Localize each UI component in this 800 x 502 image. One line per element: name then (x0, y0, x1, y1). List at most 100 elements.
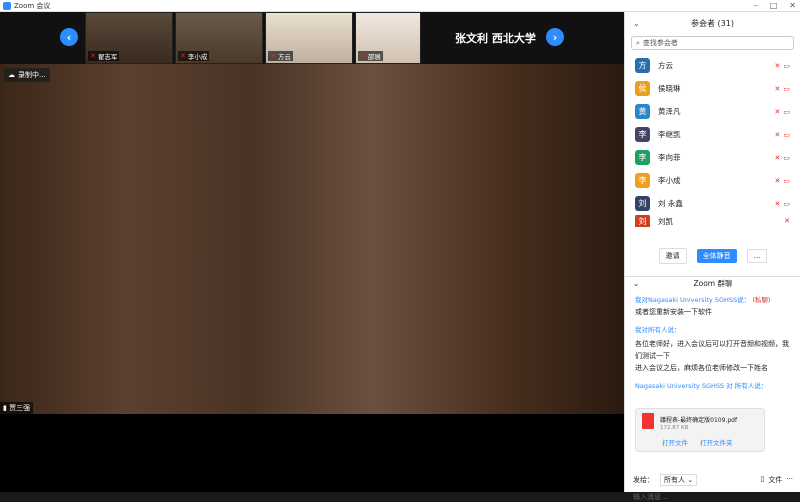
message-sender: Nagasaki University SGHSS 对 所有人说： (635, 382, 768, 390)
cloud-record-icon: ☁ (8, 71, 15, 79)
mic-muted-icon: ✕ (774, 107, 781, 116)
tile-name: 翟志军 (97, 53, 118, 61)
recording-indicator[interactable]: ☁ 录制中... (4, 68, 50, 82)
pdf-file-icon (642, 413, 654, 429)
video-icon: ▭ (783, 176, 790, 185)
zoom-logo-icon (3, 1, 11, 10)
participant-name: 李继凯 (658, 130, 681, 139)
participant-row[interactable]: 李李向菲 ✕ ▭ (625, 146, 800, 169)
tile-name: 李小成 (187, 53, 208, 61)
title-bar: Zoom 会议 – □ ✕ (0, 0, 800, 12)
recipient-value: 所有人 (664, 476, 685, 484)
minimize-icon[interactable]: – (754, 1, 758, 10)
mic-muted-icon: ✕ (784, 217, 790, 225)
participant-row[interactable]: 侯侯晓琳 ✕ ▭ (625, 77, 800, 100)
participant-row[interactable]: 方方云 ✕ ▭ (625, 54, 800, 77)
message-sender: 我对Nagasaki University SGHSS说： (635, 296, 751, 304)
message-text: 或者您重新安装一下软件 (635, 308, 712, 316)
participant-name: 李向菲 (658, 153, 681, 162)
mic-muted-icon: ✕ (360, 52, 366, 60)
participants-title: 参会者 (31) (691, 18, 734, 28)
mic-muted-icon: ✕ (90, 52, 96, 60)
recording-label: 录制中... (18, 71, 46, 79)
mic-muted-icon: ✕ (774, 176, 781, 185)
avatar: 李 (635, 173, 650, 188)
prev-page-button[interactable]: ‹ (60, 28, 78, 46)
chat-message: 我对所有人说： 各位老师好，进入会议后可以打开音频和视频，我们测试一下 进入会议… (635, 324, 795, 374)
mic-muted-icon: ✕ (180, 52, 186, 60)
avatar: 侯 (635, 81, 650, 96)
chat-message: 我对Nagasaki University SGHSS说： (私聊) 或者您重新… (635, 294, 795, 318)
file-actions: 打开文件 打开文件夹 (662, 437, 733, 447)
chat-messages: 我对Nagasaki University SGHSS说： (私聊) 或者您重新… (635, 294, 795, 392)
recipient-select[interactable]: 所有人 ⌄ (660, 474, 698, 486)
more-icon[interactable]: ··· (786, 475, 793, 485)
active-speaker-name: ▮ 贾三强 (0, 402, 34, 414)
participant-name: 刘 永鑫 (658, 199, 683, 208)
participants-header: ⌄ 参会者 (31) (625, 12, 800, 34)
signal-icon: ▮ (3, 404, 7, 412)
chat-title: Zoom 群聊 (693, 279, 733, 288)
participant-list: 方方云 ✕ ▭ 侯侯晓琳 ✕ ▭ 黄黄泽凡 ✕ ▭ 李李继凯 ✕ ▭ 李李向菲 ✕ ▭ 李李小成 ✕ ▭… (625, 54, 800, 227)
more-button[interactable]: ... (746, 249, 768, 263)
window-title: Zoom 会议 (14, 1, 51, 10)
video-off-icon: ▭ (783, 84, 790, 93)
speaker-name-label: 贾三强 (9, 404, 31, 412)
tile-name: 方云 (277, 53, 291, 61)
search-icon: ⌕ (636, 38, 640, 47)
participant-row[interactable]: 李李继凯 ✕ ▭ (625, 123, 800, 146)
mic-muted-icon: ✕ (774, 130, 781, 139)
message-text: 各位老师好，进入会议后可以打开音频和视频，我们测试一下 (635, 340, 789, 360)
avatar: 李 (635, 150, 650, 165)
chat-header: ⌄ Zoom 群聊 (625, 276, 800, 290)
participant-actions: 邀请 全体静音 ... (625, 248, 800, 264)
video-tile[interactable]: ✕ 翟志军 (85, 12, 173, 64)
close-icon[interactable]: ✕ (789, 1, 796, 10)
open-folder-link[interactable]: 打开文件夹 (700, 437, 733, 447)
participant-row[interactable]: 刘刘 永鑫 ✕ ▭ (625, 192, 800, 215)
participant-name: 李小成 (658, 176, 681, 185)
message-text: 进入会议之后，麻烦各位老师修改一下姓名 (635, 364, 768, 372)
avatar: 方 (635, 58, 650, 73)
participant-row[interactable]: 黄黄泽凡 ✕ ▭ (625, 100, 800, 123)
participant-name: 侯晓琳 (658, 84, 681, 93)
file-button-label: 文件 (768, 476, 783, 484)
mic-muted-icon: ✕ (270, 52, 276, 60)
mic-muted-icon: ✕ (774, 153, 781, 162)
invite-button[interactable]: 邀请 (658, 248, 687, 264)
video-icon: ▭ (783, 61, 790, 70)
send-to-label: 发给： (633, 476, 654, 484)
participant-row[interactable]: 刘刘凯 ✕ (625, 215, 800, 227)
open-file-link[interactable]: 打开文件 (662, 437, 688, 447)
mic-muted-icon: ✕ (774, 199, 781, 208)
file-attachment: 議程表-最终确定版0109.pdf 172.87 KB 打开文件 打开文件夹 (635, 408, 765, 452)
participant-row[interactable]: 李李小成 ✕ ▭ (625, 169, 800, 192)
search-placeholder: 查找参会者 (642, 39, 678, 47)
video-off-icon: ▭ (783, 199, 790, 208)
chat-input[interactable]: 输入消息... (633, 492, 668, 502)
video-tile[interactable]: ✕ 方云 (265, 12, 353, 64)
maximize-icon[interactable]: □ (770, 1, 778, 10)
message-sender: 我对所有人说： (635, 326, 681, 334)
send-to-row: 发给： 所有人 ⌄ ▯ 文件 ··· (633, 474, 793, 486)
tile-name: 邵展 (367, 53, 381, 61)
participant-name: 刘凯 (658, 216, 673, 226)
private-tag: (私聊) (752, 296, 771, 304)
video-tile[interactable]: ✕ 李小成 (175, 12, 263, 64)
file-size: 172.87 KB (660, 425, 689, 431)
mic-muted-icon: ✕ (774, 61, 781, 70)
avatar: 刘 (635, 196, 650, 211)
next-page-button[interactable]: › (546, 28, 564, 46)
file-share-button[interactable]: ▯ 文件 ··· (760, 475, 793, 485)
chevron-down-icon[interactable]: ⌄ (633, 279, 639, 288)
video-off-icon: ▭ (783, 153, 790, 162)
chevron-down-icon[interactable]: ⌄ (633, 19, 640, 28)
video-bottom-area (0, 414, 624, 492)
participant-search-input[interactable]: ⌕ 查找参会者 (631, 36, 794, 50)
file-name: 議程表-最终确定版0109.pdf (660, 417, 738, 424)
video-tile[interactable]: ✕ 邵展 (355, 12, 421, 64)
main-speaker-video (0, 64, 624, 414)
mute-all-button[interactable]: 全体静音 (696, 249, 737, 263)
avatar: 李 (635, 127, 650, 142)
avatar: 黄 (635, 104, 650, 119)
